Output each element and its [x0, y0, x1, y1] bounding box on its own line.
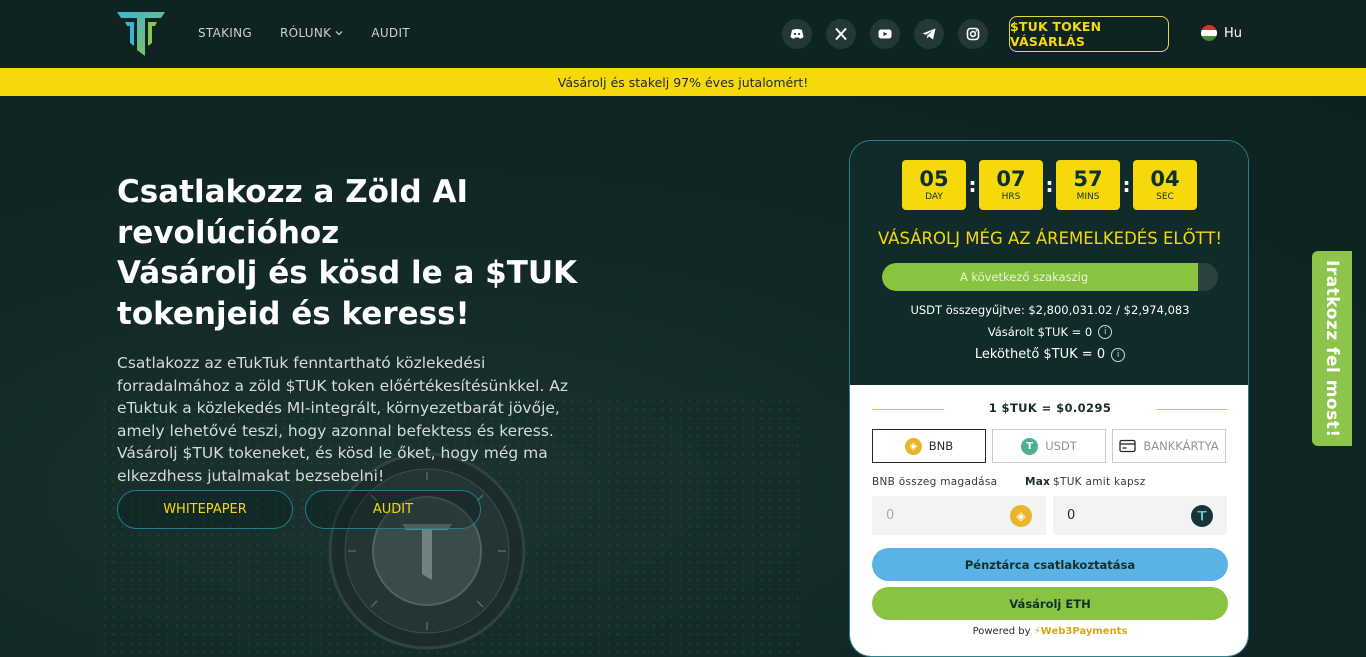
subscribe-side-tab[interactable]: Iratkozz fel most!	[1312, 251, 1352, 446]
timer-separator: :	[1122, 173, 1131, 197]
tuk-logo-icon[interactable]	[117, 12, 165, 56]
amount-labels: BNB összeg magadása Max $TUK amit kapsz	[872, 476, 1228, 488]
nav-rolunk-label: RÓLUNK	[280, 26, 332, 40]
timer-seconds-value: 04	[1150, 166, 1180, 191]
tab-bnb[interactable]: ◈ BNB	[872, 429, 986, 463]
timer-hours: 07 HRS	[979, 160, 1043, 210]
pay-amount-placeholder: 0	[886, 508, 895, 523]
hungary-flag-icon	[1201, 25, 1217, 41]
powered-by: Powered by ⚡Web3Payments	[850, 626, 1248, 637]
stakeable-tuk: Leköthető $TUK = 0 i	[850, 347, 1248, 362]
timer-days-unit: DAY	[925, 191, 943, 202]
nav-rolunk[interactable]: RÓLUNK	[280, 26, 343, 40]
info-icon[interactable]: i	[1111, 347, 1126, 362]
tab-card[interactable]: BANKKÁRTYA	[1112, 429, 1226, 463]
usdt-raised: USDT összegyűjtve: $2,800,031.02 / $2,97…	[850, 303, 1248, 317]
bought-tuk: Vásárolt $TUK = 0 i	[850, 325, 1248, 339]
timer-days-value: 05	[919, 166, 949, 191]
timer-separator: :	[1045, 173, 1054, 197]
buy-token-button[interactable]: $TUK TOKEN VÁSÁRLÁS	[1009, 16, 1169, 52]
bought-tuk-text: Vásárolt $TUK = 0	[987, 325, 1093, 339]
timer-seconds-unit: SEC	[1156, 191, 1174, 202]
timer-days: 05 DAY	[902, 160, 966, 210]
hero-title-line-1: Csatlakozz a Zöld AI	[117, 174, 469, 210]
whitepaper-button[interactable]: WHITEPAPER	[117, 490, 293, 529]
pay-amount-input[interactable]: 0 ◈	[872, 496, 1046, 535]
hero-title-line-2: revolúcióhoz	[117, 214, 340, 251]
web3payments-logo-icon[interactable]: ⚡Web3Payments	[1034, 626, 1128, 637]
widget-top: 05 DAY : 07 HRS : 57 MINS : 04 SEC VÁSÁR…	[850, 141, 1248, 385]
timer-seconds: 04 SEC	[1133, 160, 1197, 210]
nav-audit[interactable]: AUDIT	[371, 26, 410, 40]
hero-title-line-3: Vásárolj és kösd le a $TUK	[117, 255, 578, 291]
hero-description: Csatlakozz az eTukTuk fenntartható közle…	[117, 354, 569, 485]
widget-heading: VÁSÁROLJ MÉG AZ ÁREMELKEDÉS ELŐTT!	[877, 229, 1223, 248]
main-nav: STAKING RÓLUNK AUDIT	[198, 26, 410, 40]
timer-minutes-value: 57	[1073, 166, 1103, 191]
hero-title: Csatlakozz a Zöld AI revolúcióhoz Vásáro…	[117, 172, 577, 334]
tab-usdt[interactable]: T USDT	[992, 429, 1106, 463]
connect-wallet-button[interactable]: Pénztárca csatlakoztatása	[872, 548, 1228, 581]
usdt-icon: T	[1021, 437, 1039, 455]
subscribe-side-tab-label: Iratkozz fel most!	[1322, 259, 1342, 438]
tab-usdt-label: USDT	[1045, 439, 1077, 453]
widget-purchase-form: 1 $TUK = $0.0295 ◈ BNB T USDT BANKKÁRTYA…	[850, 385, 1248, 656]
nav-staking-label: STAKING	[198, 26, 253, 40]
timer-minutes: 57 MINS	[1056, 160, 1120, 210]
language-selector[interactable]: Hu	[1201, 25, 1242, 41]
bnb-icon: ◈	[904, 437, 922, 455]
x-icon[interactable]	[826, 19, 856, 49]
pay-amount-label: BNB összeg magadása	[872, 476, 998, 488]
receive-amount-label: $TUK amit kapsz	[1053, 476, 1146, 488]
language-label: Hu	[1224, 25, 1243, 41]
stage-progress-label: A következő szakaszig	[959, 270, 1089, 284]
receive-amount-value: 0	[1067, 508, 1076, 523]
web3payments-brand: Web3Payments	[1040, 626, 1128, 637]
tab-bnb-label: BNB	[928, 439, 954, 453]
timer-separator: :	[968, 173, 977, 197]
promo-banner-text: Vásárolj és stakelj 97% éves jutalomért!	[557, 74, 809, 90]
max-button[interactable]: Max	[1025, 476, 1050, 488]
chevron-down-icon	[335, 31, 343, 36]
stakeable-tuk-text: Leköthető $TUK = 0	[974, 347, 1106, 362]
bnb-icon: ◈	[1010, 505, 1032, 527]
nav-staking[interactable]: STAKING	[198, 26, 252, 40]
countdown-timer: 05 DAY : 07 HRS : 57 MINS : 04 SEC	[902, 160, 1197, 210]
buy-eth-button[interactable]: Vásárolj ETH	[872, 587, 1228, 620]
token-price: 1 $TUK = $0.0295	[872, 401, 1228, 419]
tab-card-label: BANKKÁRTYA	[1143, 439, 1219, 453]
promo-banner: Vásárolj és stakelj 97% éves jutalomért!	[0, 68, 1366, 96]
payment-method-tabs: ◈ BNB T USDT BANKKÁRTYA	[872, 429, 1226, 463]
tuk-token-icon	[1191, 505, 1213, 527]
site-header: STAKING RÓLUNK AUDIT $TUK TOKEN VÁSÁRLÁS…	[0, 0, 1366, 68]
telegram-icon[interactable]	[914, 19, 944, 49]
info-icon[interactable]: i	[1098, 325, 1113, 339]
presale-widget: 05 DAY : 07 HRS : 57 MINS : 04 SEC VÁSÁR…	[849, 140, 1249, 657]
youtube-icon[interactable]	[870, 19, 900, 49]
stage-progress-bar: A következő szakaszig	[882, 263, 1218, 291]
timer-hours-value: 07	[996, 166, 1026, 191]
receive-amount-input[interactable]: 0	[1053, 496, 1227, 535]
timer-minutes-unit: MINS	[1076, 191, 1100, 202]
nav-audit-label: AUDIT	[371, 26, 410, 40]
hero-title-line-4: tokenjeid és keress!	[117, 295, 470, 332]
powered-by-text: Powered by	[972, 626, 1031, 637]
usdt-raised-text: USDT összegyűjtve: $2,800,031.02 / $2,97…	[910, 303, 1190, 317]
discord-icon[interactable]	[782, 19, 812, 49]
audit-button[interactable]: AUDIT	[305, 490, 481, 529]
instagram-icon[interactable]	[958, 19, 988, 49]
social-links	[782, 19, 988, 49]
timer-hours-unit: HRS	[1001, 191, 1021, 202]
token-price-text: 1 $TUK = $0.0295	[988, 401, 1112, 415]
card-icon	[1119, 439, 1136, 453]
